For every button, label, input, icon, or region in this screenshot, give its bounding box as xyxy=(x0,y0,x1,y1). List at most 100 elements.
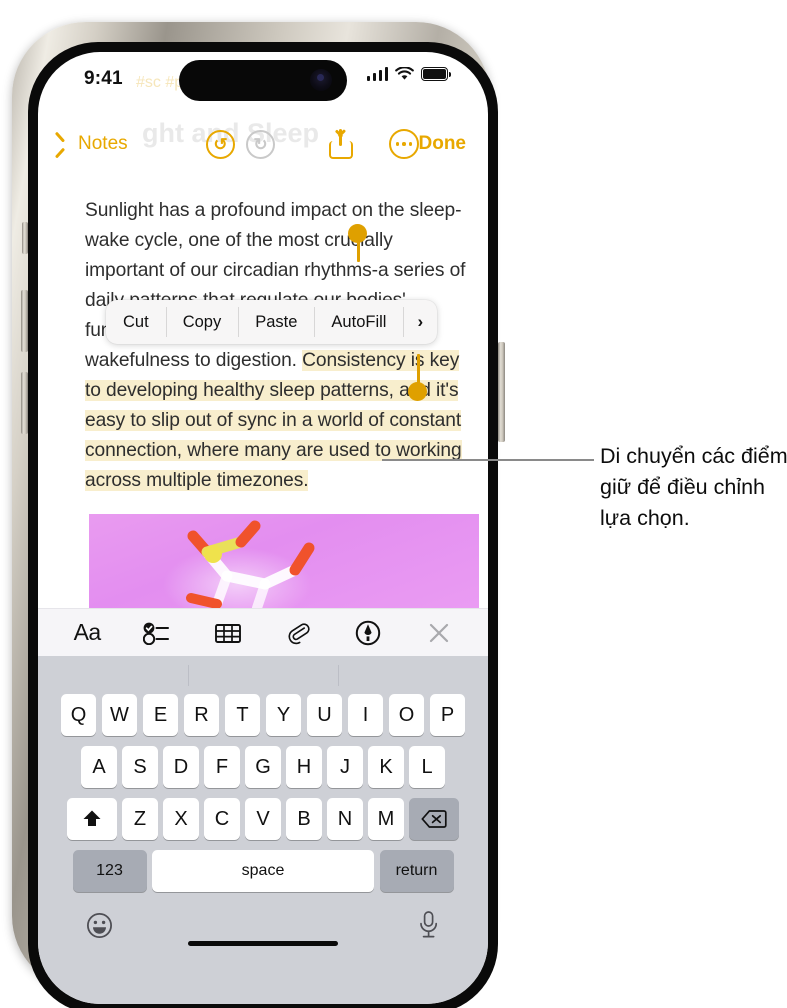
undo-button[interactable]: ↺ xyxy=(206,129,235,159)
markup-pen-icon xyxy=(356,620,381,645)
emoji-button[interactable] xyxy=(86,912,113,944)
key-c[interactable]: C xyxy=(204,798,240,840)
key-y[interactable]: Y xyxy=(265,694,302,736)
screenshot-root: #sc #psy ght and Sleep 9:41 Notes ↺ ↻ Do… xyxy=(0,0,787,1008)
text-context-menu[interactable]: Cut Copy Paste AutoFill › xyxy=(106,300,438,344)
delete-key[interactable] xyxy=(409,798,460,840)
text-format-icon: Aa xyxy=(73,619,102,645)
note-paragraph[interactable]: Sunlight has a profound impact on the sl… xyxy=(85,196,475,496)
redo-arrow-icon: ↻ xyxy=(253,134,268,154)
dictation-button[interactable] xyxy=(417,910,440,945)
key-m[interactable]: M xyxy=(368,798,404,840)
key-s[interactable]: S xyxy=(122,746,158,788)
checklist-icon xyxy=(143,622,170,645)
key-g[interactable]: G xyxy=(245,746,281,788)
key-k[interactable]: K xyxy=(368,746,404,788)
keyboard-row-2: A S D F G H J K L xyxy=(38,746,488,788)
done-button[interactable]: Done xyxy=(419,133,467,155)
volume-up-button[interactable] xyxy=(21,290,28,352)
key-u[interactable]: U xyxy=(306,694,343,736)
key-a[interactable]: A xyxy=(81,746,117,788)
key-i[interactable]: I xyxy=(347,694,384,736)
molecule-structure-icon xyxy=(186,520,315,608)
callout-text: Di chuyển các điểm giữ để điều chỉnh lựa… xyxy=(600,444,787,530)
context-menu-item-paste[interactable]: Paste xyxy=(238,300,314,344)
key-e[interactable]: E xyxy=(142,694,179,736)
key-h[interactable]: H xyxy=(286,746,322,788)
key-d[interactable]: D xyxy=(163,746,199,788)
table-icon xyxy=(214,623,241,643)
key-q[interactable]: Q xyxy=(60,694,97,736)
numbers-key[interactable]: 123 xyxy=(72,850,147,892)
selection-handle-dot xyxy=(348,224,367,243)
on-screen-keyboard: Q W E R T Y U I O P A S D F G H J K L Z … xyxy=(38,656,488,1004)
predictive-text-bar[interactable] xyxy=(38,656,488,694)
iphone-frame: #sc #psy ght and Sleep 9:41 Notes ↺ ↻ Do… xyxy=(12,22,505,1008)
close-icon xyxy=(429,623,448,642)
selection-handle-dot xyxy=(408,382,427,401)
emoji-smiley-icon xyxy=(86,912,113,939)
back-to-notes-button[interactable]: Notes xyxy=(62,133,128,155)
text-format-button[interactable]: Aa xyxy=(66,616,108,650)
home-indicator[interactable] xyxy=(188,940,338,946)
key-l[interactable]: L xyxy=(409,746,445,788)
chevron-left-icon xyxy=(62,135,73,154)
share-arrow-icon xyxy=(339,129,342,146)
key-j[interactable]: J xyxy=(327,746,363,788)
table-button[interactable] xyxy=(207,616,249,650)
space-key[interactable]: space xyxy=(152,850,374,892)
key-f[interactable]: F xyxy=(204,746,240,788)
return-key[interactable]: return xyxy=(379,850,454,892)
selection-handle-bar xyxy=(416,354,421,384)
key-r[interactable]: R xyxy=(183,694,220,736)
shift-key[interactable] xyxy=(66,798,117,840)
keyboard-row-3: Z X C V B N M xyxy=(38,798,488,840)
battery-icon xyxy=(421,67,451,81)
key-o[interactable]: O xyxy=(388,694,425,736)
shift-arrow-icon xyxy=(83,810,101,826)
keyboard-row-1: Q W E R T Y U I O P xyxy=(38,694,488,736)
undo-arrow-icon: ↺ xyxy=(213,134,228,154)
power-button[interactable] xyxy=(498,342,505,442)
context-menu-more-chevron-icon[interactable]: › xyxy=(403,300,437,344)
front-camera-icon xyxy=(310,69,332,91)
context-menu-item-copy[interactable]: Copy xyxy=(165,300,239,344)
microphone-icon xyxy=(420,911,438,938)
key-p[interactable]: P xyxy=(429,694,466,736)
attachment-paperclip-icon xyxy=(288,622,310,644)
markup-button[interactable] xyxy=(347,616,389,650)
close-keyboard-button[interactable] xyxy=(418,616,460,650)
checklist-button[interactable] xyxy=(136,616,178,650)
callout-leader-line xyxy=(382,459,594,461)
more-options-button[interactable] xyxy=(389,129,419,159)
signal-bars-icon xyxy=(366,67,388,81)
navigation-bar: Notes ↺ ↻ Done xyxy=(38,120,488,168)
key-n[interactable]: N xyxy=(327,798,363,840)
ellipsis-dot xyxy=(402,142,406,146)
predictive-divider xyxy=(188,665,190,686)
key-x[interactable]: X xyxy=(163,798,199,840)
attachment-button[interactable] xyxy=(277,616,319,650)
context-menu-item-autofill[interactable]: AutoFill xyxy=(314,300,403,344)
ellipsis-dot xyxy=(395,142,400,146)
key-v[interactable]: V xyxy=(245,798,281,840)
key-z[interactable]: Z xyxy=(122,798,158,840)
redo-button[interactable]: ↻ xyxy=(246,129,275,159)
keyboard-bottom-bar xyxy=(38,902,488,962)
ellipsis-dot xyxy=(408,142,413,146)
status-time: 9:41 xyxy=(84,68,123,89)
context-menu-item-cut[interactable]: Cut xyxy=(106,300,166,344)
molecule-image[interactable] xyxy=(89,514,479,608)
share-button[interactable] xyxy=(329,129,353,159)
note-text-unselected: Sunlight has a profound impact on the sl… xyxy=(85,200,466,371)
key-b[interactable]: B xyxy=(286,798,322,840)
status-bar: 9:41 xyxy=(38,52,488,110)
predictive-divider xyxy=(338,665,340,686)
volume-down-button[interactable] xyxy=(21,372,28,434)
key-t[interactable]: T xyxy=(224,694,261,736)
back-label: Notes xyxy=(78,133,128,154)
key-w[interactable]: W xyxy=(101,694,138,736)
note-text-selected: Consistency is key to developing healthy… xyxy=(85,350,462,491)
phone-screen: #sc #psy ght and Sleep 9:41 Notes ↺ ↻ Do… xyxy=(38,52,488,1004)
format-toolbar: Aa xyxy=(38,608,488,656)
